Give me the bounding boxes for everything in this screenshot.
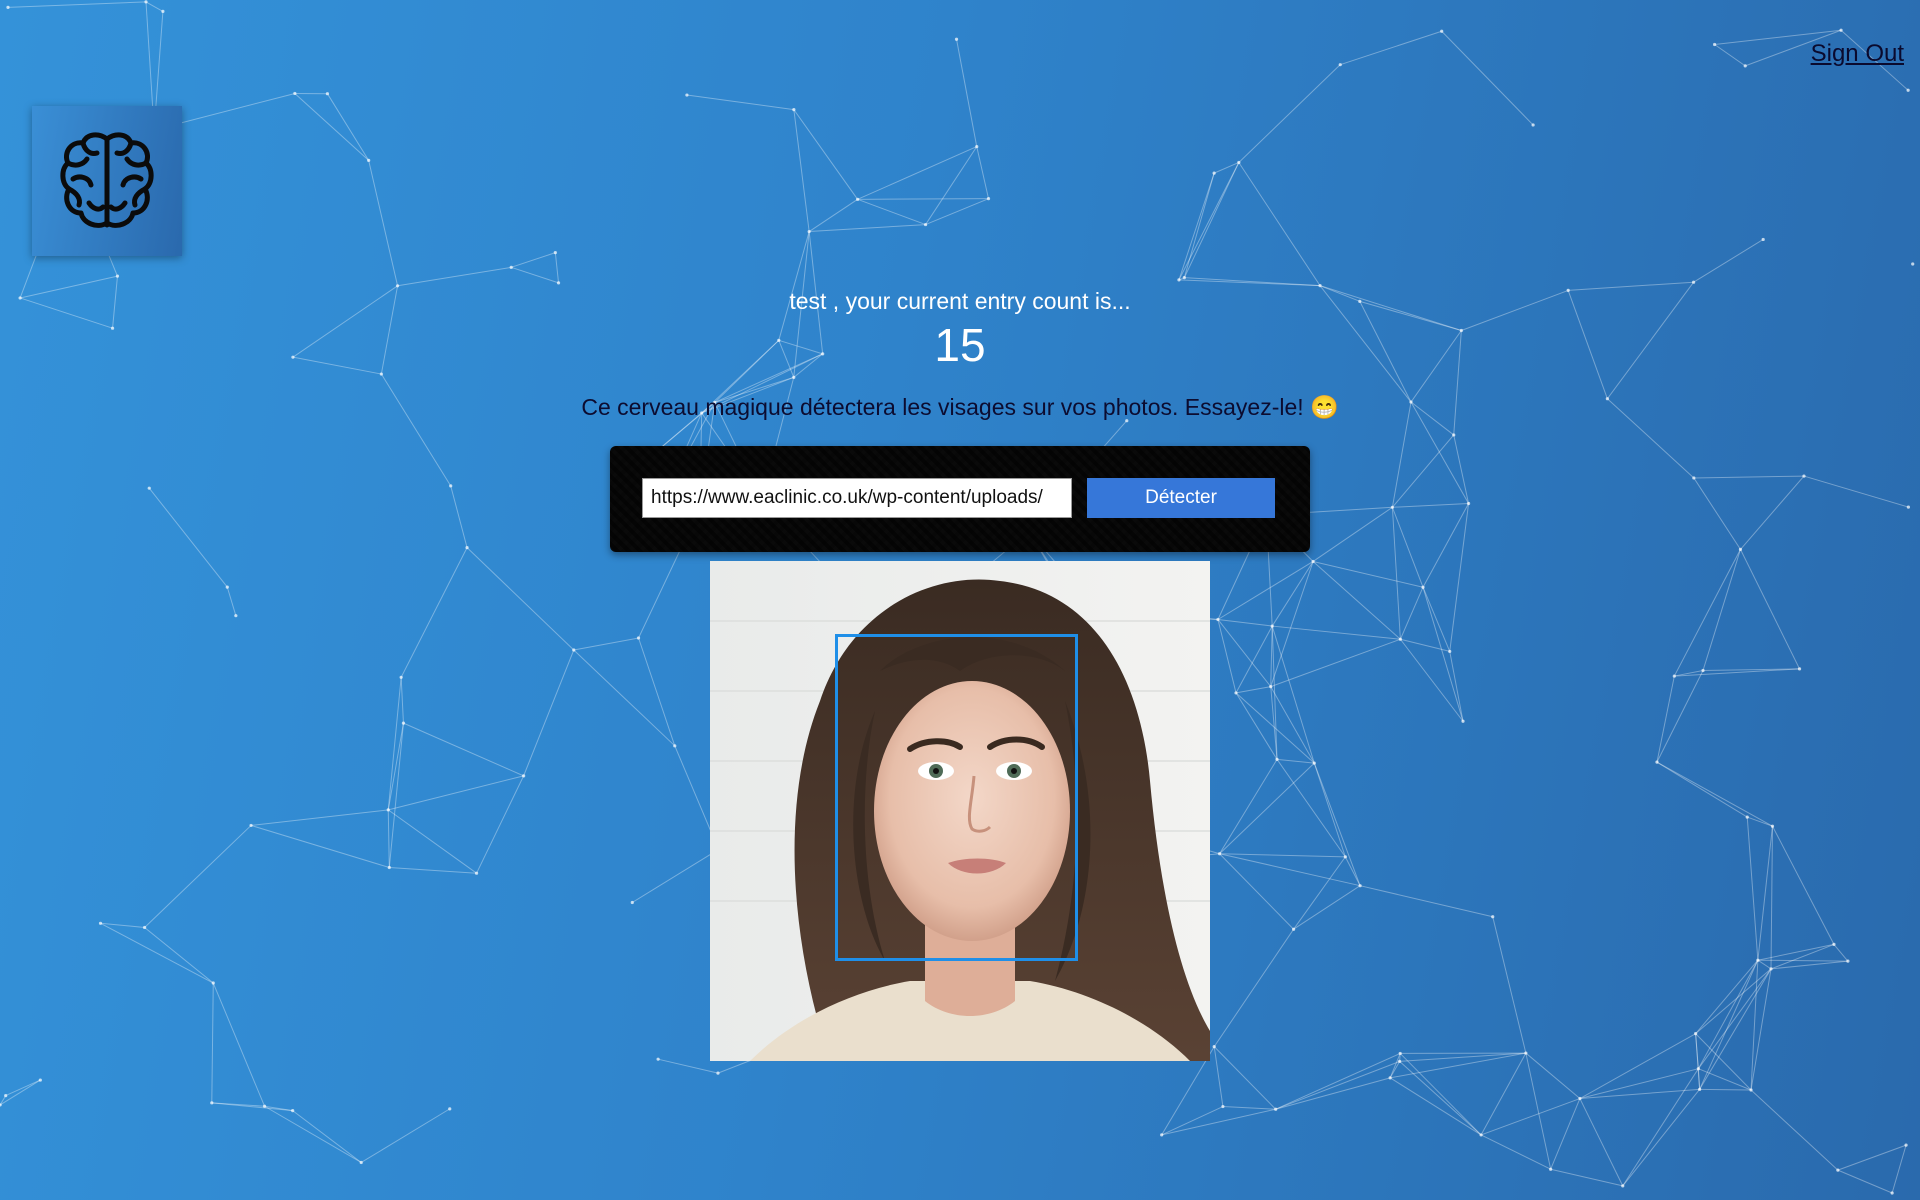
tagline: Ce cerveau magique détectera les visages… (581, 394, 1339, 420)
sign-out-link[interactable]: Sign Out (1811, 40, 1904, 68)
face-detection-image (710, 561, 1210, 1061)
detect-button[interactable]: Détecter (1087, 478, 1275, 518)
brain-icon (60, 132, 154, 228)
logo-tile (32, 106, 182, 256)
image-link-form: Détecter (610, 446, 1310, 552)
face-bounding-box (835, 634, 1078, 961)
entry-count-value: 15 (934, 319, 986, 371)
entry-count-greeting: test , your current entry count is... (789, 288, 1131, 314)
image-url-input[interactable] (642, 478, 1072, 518)
